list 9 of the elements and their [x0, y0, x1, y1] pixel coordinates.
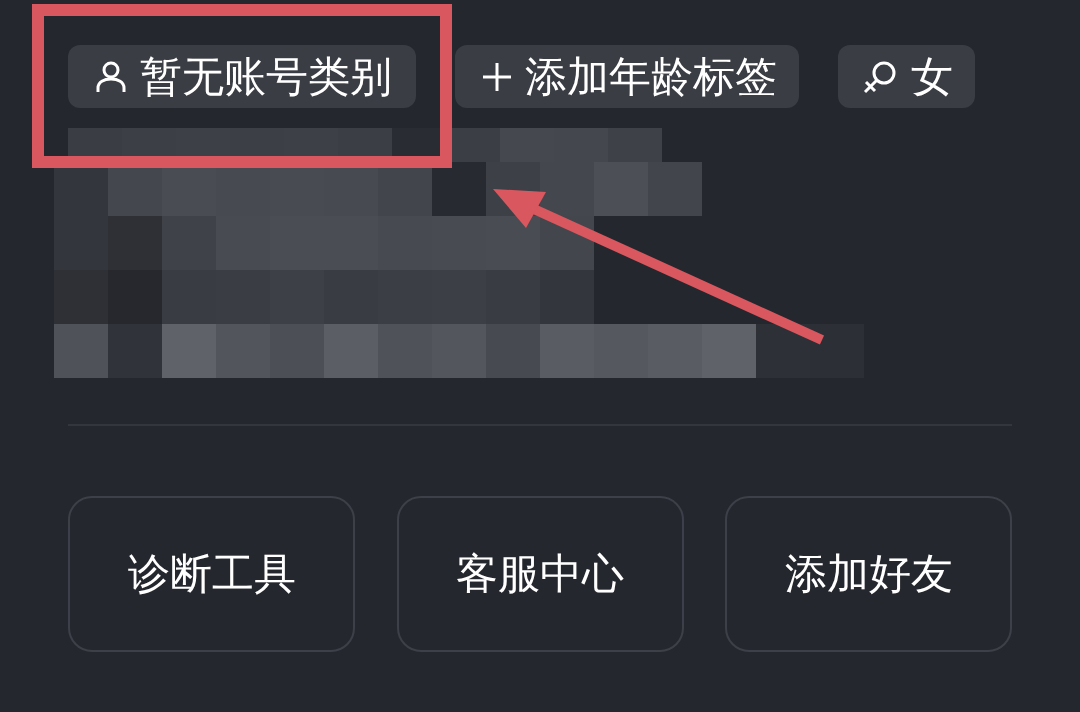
action-button[interactable]: 诊断工具: [68, 496, 355, 652]
plus-icon: [483, 62, 511, 91]
action-button[interactable]: 添加好友: [725, 496, 1012, 652]
tag-chip[interactable]: 暂无账号类别: [68, 45, 416, 108]
tag-chip[interactable]: 女: [838, 45, 975, 108]
person-icon: [96, 60, 126, 93]
female-symbol-icon: [863, 59, 897, 94]
action-button[interactable]: 客服中心: [396, 496, 684, 652]
tag-chip[interactable]: 添加年龄标签: [455, 45, 799, 108]
